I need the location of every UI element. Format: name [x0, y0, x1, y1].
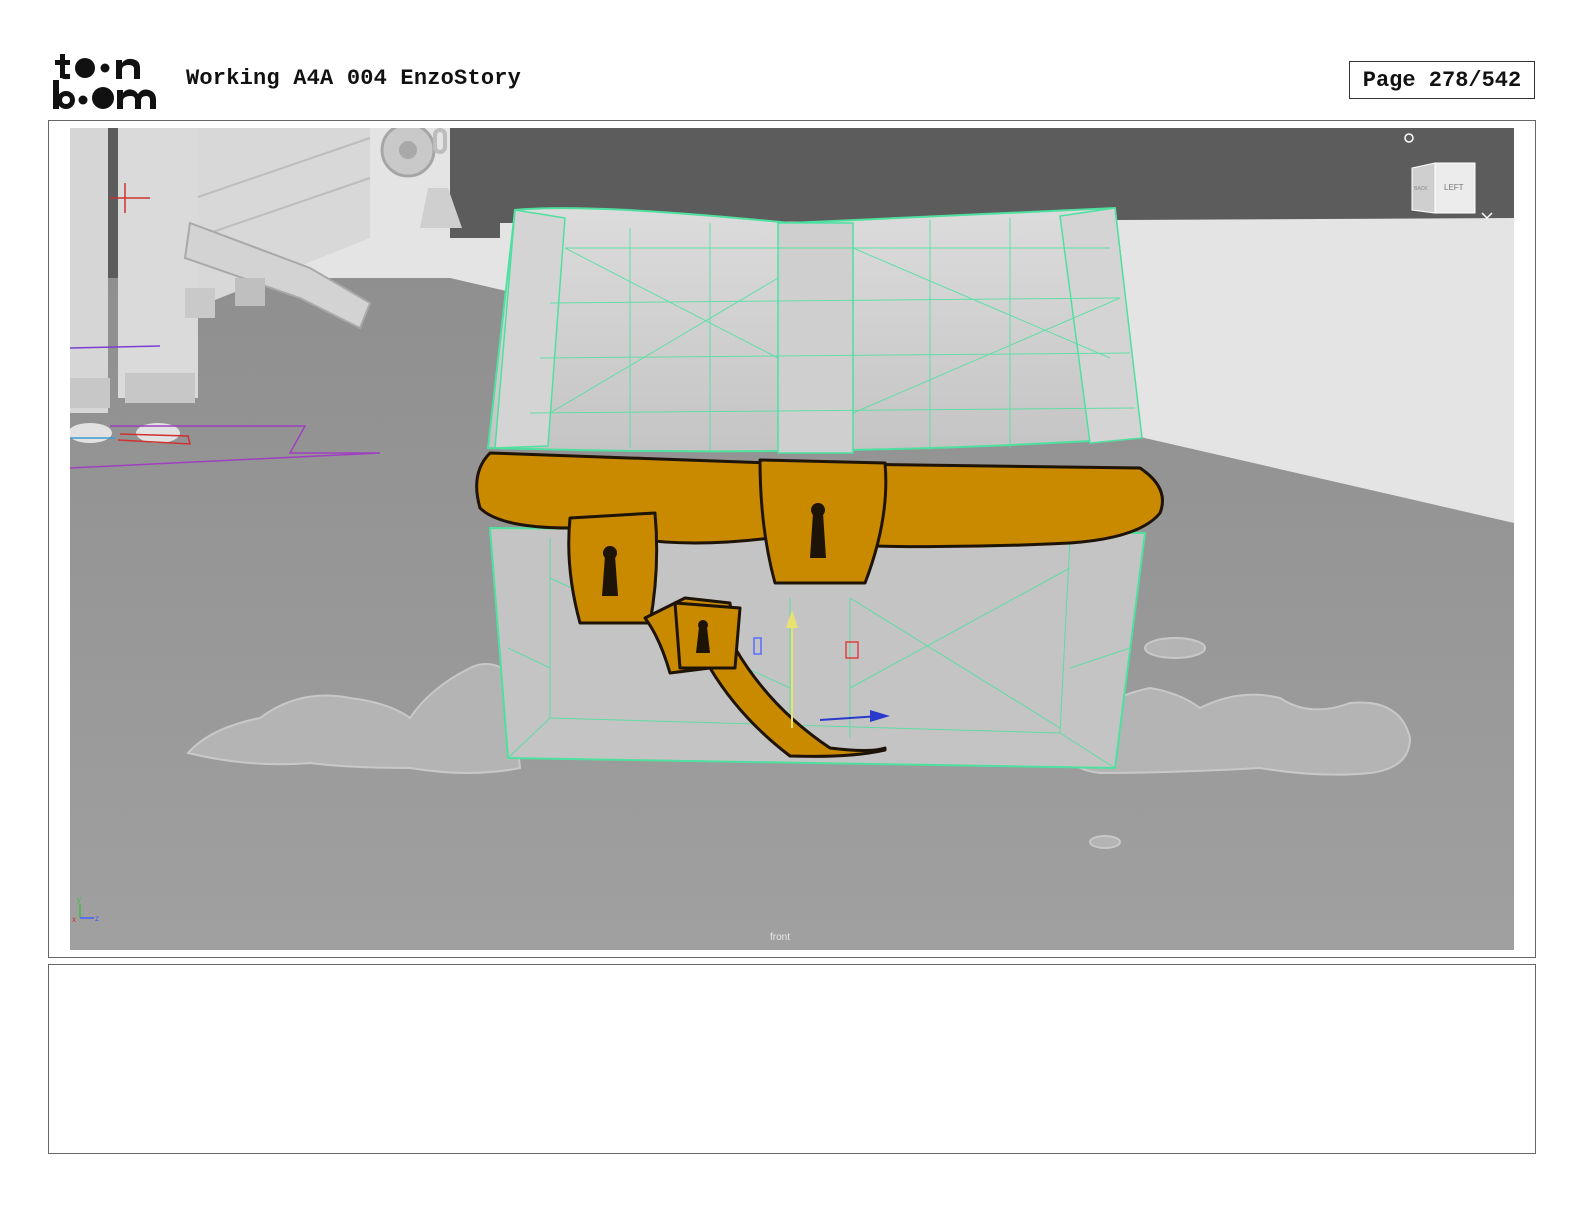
svg-text:y: y	[77, 895, 81, 904]
treasure-chest[interactable]	[475, 206, 1164, 770]
page-counter: Page 278/542	[1349, 61, 1535, 99]
character-legs	[70, 128, 198, 443]
svg-text:z: z	[95, 914, 99, 923]
viewcube-back-label: BACK	[1414, 186, 1428, 192]
caption-panel[interactable]	[48, 964, 1536, 1154]
3d-viewport[interactable]: x z y front LEFT BACK	[70, 128, 1514, 950]
svg-text:x: x	[72, 915, 76, 924]
page-counter-label: Page 278/542	[1362, 67, 1522, 93]
viewcube-left-label: LEFT	[1444, 183, 1464, 192]
camera-label: front	[770, 932, 790, 943]
project-title: Working A4A 004 EnzoStory	[186, 66, 522, 91]
toonboom-logo	[52, 50, 164, 112]
